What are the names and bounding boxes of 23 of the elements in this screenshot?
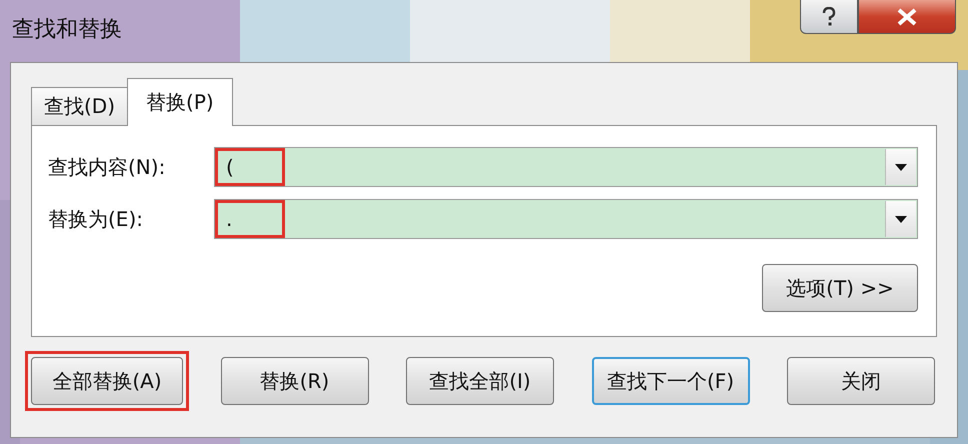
tab[interactable]: 替换(P) [127, 78, 233, 126]
input-field[interactable]: ( [218, 151, 282, 183]
combo-field[interactable]: ( [214, 147, 918, 187]
dropdown-button[interactable] [885, 201, 916, 237]
dialog-button[interactable]: 查找全部(I) [406, 357, 554, 405]
help-icon [822, 6, 836, 26]
tab[interactable]: 查找(D) [31, 87, 128, 125]
field-label: 替换为(E): [48, 206, 144, 232]
caret-icon [895, 164, 907, 170]
dropdown-button[interactable] [885, 149, 916, 185]
input-field[interactable]: . [218, 203, 282, 235]
field-label: 查找内容(N): [48, 154, 166, 180]
help-button[interactable] [800, 0, 858, 34]
dialog-button[interactable]: 查找下一个(F) [592, 357, 750, 405]
caret-icon [895, 216, 907, 222]
dialog-button[interactable]: 替换(R) [220, 357, 368, 405]
options-button[interactable]: 选项(T) >> [762, 264, 918, 312]
close-icon [897, 8, 917, 26]
dialog-button[interactable]: 关闭 [787, 357, 935, 405]
dialog-button[interactable]: 全部替换(A) [31, 357, 183, 405]
close-button[interactable] [858, 0, 956, 34]
combo-field[interactable]: . [214, 199, 918, 239]
window-title: 查找和替换 [12, 16, 123, 44]
